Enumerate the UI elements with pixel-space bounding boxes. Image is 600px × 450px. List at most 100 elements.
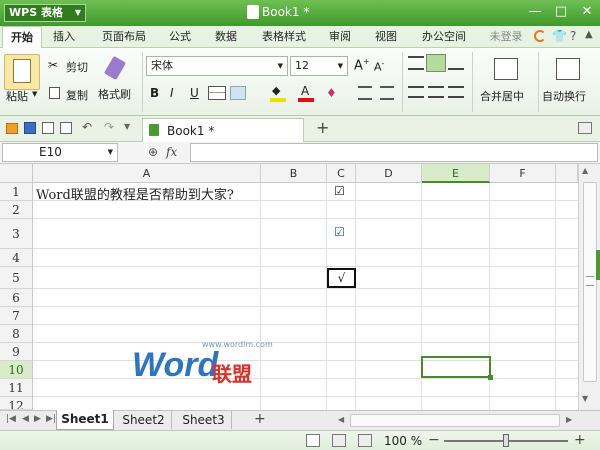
sheet-tab-1[interactable]: Sheet1: [56, 410, 114, 430]
name-box[interactable]: E10 ▼: [2, 143, 118, 162]
tab-table-style[interactable]: 表格样式: [254, 26, 314, 48]
row-header-5[interactable]: 5: [0, 267, 33, 289]
align-left-icon[interactable]: [408, 86, 424, 98]
font-color-button[interactable]: A: [298, 84, 314, 102]
open-icon[interactable]: [6, 123, 18, 134]
tab-formulas[interactable]: 公式: [160, 26, 200, 48]
tab-home[interactable]: 开始: [2, 26, 42, 48]
zoom-in-button[interactable]: +: [574, 432, 586, 448]
formula-input[interactable]: [190, 143, 598, 162]
print-preview-icon[interactable]: [60, 122, 72, 134]
row-header-1[interactable]: 1: [0, 183, 33, 201]
close-button[interactable]: ✕: [576, 3, 598, 21]
tab-page-layout[interactable]: 页面布局: [94, 26, 154, 48]
align-middle-icon[interactable]: [426, 54, 446, 72]
italic-button[interactable]: I: [170, 86, 174, 100]
col-header-g[interactable]: [556, 164, 578, 183]
maximize-button[interactable]: □: [550, 3, 572, 21]
save-icon[interactable]: [24, 122, 36, 134]
scroll-up-icon[interactable]: ▲: [582, 166, 588, 175]
checkbox-c5[interactable]: √: [327, 268, 356, 288]
col-header-a[interactable]: A: [33, 164, 261, 183]
undo-icon[interactable]: ↶: [82, 120, 92, 134]
copy-button[interactable]: 复制: [48, 86, 98, 104]
fill-color-button[interactable]: ◆: [270, 84, 286, 102]
scroll-down-icon[interactable]: ▼: [582, 394, 588, 403]
fill-handle[interactable]: [488, 375, 493, 380]
borders-icon[interactable]: [208, 86, 226, 100]
collapse-ribbon-icon[interactable]: ▲: [585, 29, 593, 40]
col-header-f[interactable]: F: [490, 164, 556, 183]
align-top-icon[interactable]: [408, 56, 424, 70]
select-all-corner[interactable]: [0, 164, 33, 183]
tab-data[interactable]: 数据: [206, 26, 246, 48]
print-icon[interactable]: [42, 122, 54, 134]
redo-icon[interactable]: ↷: [104, 120, 114, 134]
app-menu-button[interactable]: WPS 表格 ▼: [4, 4, 86, 22]
checkbox-c3[interactable]: ☑: [333, 226, 346, 239]
clear-format-icon[interactable]: ♦: [326, 86, 337, 100]
merge-center-button[interactable]: 合并居中: [474, 54, 536, 110]
indent-icon[interactable]: [358, 86, 372, 100]
active-cell-e10[interactable]: [421, 356, 491, 378]
tab-list-icon[interactable]: [578, 122, 592, 134]
new-tab-button[interactable]: +: [316, 118, 329, 137]
align-center-icon[interactable]: [428, 86, 444, 98]
first-sheet-icon[interactable]: |◀: [6, 414, 16, 424]
next-sheet-icon[interactable]: ▶: [34, 414, 41, 424]
login-link[interactable]: 未登录: [486, 26, 526, 48]
row-header-6[interactable]: 6: [0, 289, 33, 307]
row-header-9[interactable]: 9: [0, 343, 33, 361]
zoom-out-button[interactable]: −: [428, 432, 440, 448]
row-header-10[interactable]: 10: [0, 361, 33, 379]
sheet-tab-3[interactable]: Sheet3: [176, 411, 232, 429]
skin-icon[interactable]: 👕: [552, 29, 567, 43]
scroll-right-icon[interactable]: ▶: [566, 415, 572, 424]
tab-office-space[interactable]: 办公空间: [414, 26, 474, 48]
side-panel-handle[interactable]: [596, 250, 600, 280]
chevron-down-icon[interactable]: ▼: [32, 90, 37, 98]
align-right-icon[interactable]: [448, 86, 464, 98]
bold-button[interactable]: B: [150, 86, 159, 100]
row-header-11[interactable]: 11: [0, 379, 33, 397]
row-header-3[interactable]: 3: [0, 219, 33, 249]
insert-function-button[interactable]: fx: [166, 145, 177, 159]
horizontal-scroll-thumb[interactable]: [350, 414, 560, 427]
normal-view-icon[interactable]: [306, 434, 320, 447]
row-header-4[interactable]: 4: [0, 249, 33, 267]
align-bottom-icon[interactable]: [448, 56, 464, 70]
decrease-font-icon[interactable]: A-: [374, 59, 384, 74]
font-name-select[interactable]: 宋体 ▼: [146, 56, 288, 76]
last-sheet-icon[interactable]: ▶|: [46, 414, 56, 424]
col-header-b[interactable]: B: [261, 164, 327, 183]
sheet-tab-2[interactable]: Sheet2: [116, 411, 172, 429]
cell-fill-pattern-icon[interactable]: [230, 86, 246, 100]
col-header-c[interactable]: C: [327, 164, 356, 183]
font-size-select[interactable]: 12 ▼: [290, 56, 348, 76]
increase-font-icon[interactable]: A+: [354, 57, 370, 73]
wrap-text-button[interactable]: 自动换行: [540, 54, 598, 110]
row-header-2[interactable]: 2: [0, 201, 33, 219]
row-header-7[interactable]: 7: [0, 307, 33, 325]
doc-tab[interactable]: Book1 *: [142, 118, 304, 142]
tab-review[interactable]: 审阅: [320, 26, 360, 48]
zoom-slider-thumb[interactable]: [503, 434, 509, 447]
chevron-down-icon[interactable]: ▼: [124, 122, 130, 131]
cell-a1[interactable]: Word联盟的教程是否帮助到大家?: [36, 184, 234, 203]
page-break-view-icon[interactable]: [332, 434, 346, 447]
prev-sheet-icon[interactable]: ◀: [22, 414, 29, 424]
row-header-8[interactable]: 8: [0, 325, 33, 343]
tab-view[interactable]: 视图: [366, 26, 406, 48]
checkbox-c1[interactable]: ☑: [333, 185, 346, 198]
zoom-formula-icon[interactable]: ⊕: [148, 145, 158, 159]
minimize-button[interactable]: —: [524, 3, 546, 21]
scroll-left-icon[interactable]: ◀: [338, 415, 344, 424]
outdent-icon[interactable]: [380, 86, 394, 100]
tab-insert[interactable]: 插入: [44, 26, 84, 48]
col-header-d[interactable]: D: [356, 164, 422, 183]
vertical-scrollbar[interactable]: ▲ ▼: [578, 164, 600, 410]
row-header-12[interactable]: 12: [0, 397, 33, 410]
refresh-icon[interactable]: [534, 30, 546, 42]
paste-button[interactable]: [4, 54, 40, 90]
format-painter-button[interactable]: 格式刷: [98, 54, 138, 110]
